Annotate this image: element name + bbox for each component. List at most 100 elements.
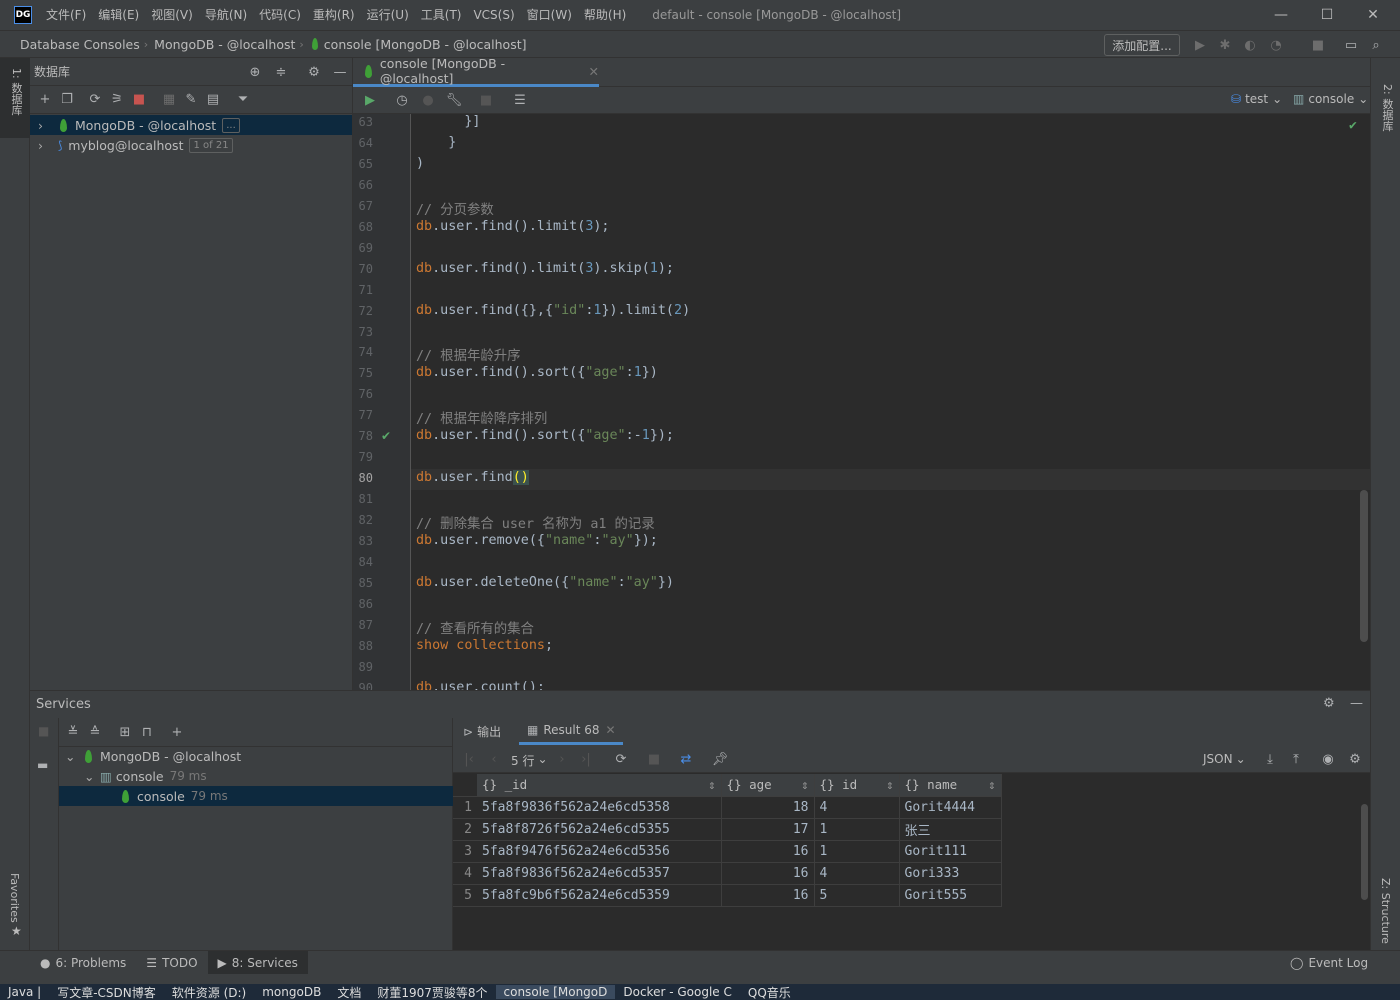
layout-icon[interactable]: ▭ xyxy=(1343,37,1359,53)
rows-selector[interactable]: 5 行 ⌄ xyxy=(511,752,548,769)
tree-item-mongodb[interactable]: › MongoDB - @localhost ... xyxy=(30,115,352,135)
results-scrollbar[interactable] xyxy=(1361,804,1368,900)
menu-item-9[interactable]: 窗口(W) xyxy=(521,0,578,30)
taskbar-item[interactable]: 财董1907贾骏等8个 xyxy=(369,984,495,1000)
breadcrumb-mongodb[interactable]: MongoDB - @localhost xyxy=(148,37,299,52)
database-right-tab[interactable]: 2: 数据库 xyxy=(1379,84,1395,131)
taskbar-item[interactable]: mongoDB xyxy=(254,985,329,999)
table-row[interactable]: 2 5fa8f8726f562a24e6cd5355 17 1 张三 xyxy=(453,818,1002,841)
column-header-name[interactable]: {} name ⇕ xyxy=(899,774,1002,797)
cell-age[interactable]: 16 xyxy=(721,862,815,885)
services-tab[interactable]: ▶ 8: Services xyxy=(207,950,308,975)
transaction-icon[interactable]: ● xyxy=(417,89,439,111)
refresh-icon[interactable]: ⟳ xyxy=(610,748,632,770)
sort-icon[interactable]: ⇕ xyxy=(886,777,894,792)
cell-age[interactable]: 16 xyxy=(721,840,815,863)
menu-item-8[interactable]: VCS(S) xyxy=(467,0,520,30)
sort-icon[interactable]: ⇕ xyxy=(801,777,809,792)
menu-item-6[interactable]: 运行(U) xyxy=(361,0,415,30)
column-header-age[interactable]: {} age ⇕ xyxy=(721,774,815,797)
todo-tab[interactable]: ☰ TODO xyxy=(136,951,207,975)
tab-console[interactable]: console [MongoDB - @localhost] ✕ xyxy=(353,56,599,87)
filter-icon[interactable]: ⏷ xyxy=(232,89,254,111)
settings-wrench-icon[interactable]: 🔧︎ xyxy=(443,89,465,111)
add-icon[interactable]: + xyxy=(166,721,188,743)
tab-result[interactable]: ▦ Result 68 ✕ xyxy=(519,718,623,745)
menu-item-0[interactable]: 文件(F) xyxy=(40,0,92,30)
collapse-all-icon[interactable]: ≙ xyxy=(84,721,106,743)
close-tab-icon[interactable]: ✕ xyxy=(606,723,616,737)
previous-page-icon[interactable]: ‹ xyxy=(483,748,505,770)
cell-name[interactable]: Gorit111 xyxy=(899,840,1002,863)
close-tab-icon[interactable]: ✕ xyxy=(589,64,599,79)
hide-icon[interactable]: — xyxy=(329,61,351,83)
filter-icon[interactable]: ⊓ xyxy=(136,721,158,743)
disconnect-icon[interactable]: ■ xyxy=(128,89,150,111)
sort-icon[interactable]: ⇕ xyxy=(708,777,716,792)
chevron-right-icon[interactable]: › xyxy=(38,138,54,153)
maximize-button[interactable]: ☐ xyxy=(1304,0,1350,30)
menu-item-2[interactable]: 视图(V) xyxy=(145,0,199,30)
sort-icon[interactable]: ⇕ xyxy=(988,777,996,792)
hide-icon[interactable]: — xyxy=(1350,696,1363,711)
structure-tab[interactable]: Z: Structure xyxy=(1379,878,1392,944)
download-icon[interactable]: ⤓ xyxy=(1259,748,1281,770)
first-page-icon[interactable]: |‹ xyxy=(458,748,480,770)
editor-scrollbar[interactable] xyxy=(1360,490,1368,642)
cell-id[interactable]: 5fa8f9836f562a24e6cd5358 xyxy=(477,796,722,819)
profile-icon[interactable]: ◔ xyxy=(1268,37,1284,53)
taskbar-item[interactable]: QQ音乐 xyxy=(740,984,799,1000)
stop-icon[interactable]: ■ xyxy=(643,748,665,770)
service-item-mongodb[interactable]: ⌄ MongoDB - @localhost xyxy=(65,746,241,766)
add-icon[interactable]: + xyxy=(34,89,56,111)
table-icon[interactable]: ▦ xyxy=(158,89,180,111)
coverage-icon[interactable]: ◐ xyxy=(1242,37,1258,53)
history-icon[interactable]: ◷ xyxy=(391,89,413,111)
minimize-button[interactable]: — xyxy=(1258,0,1304,30)
table-row[interactable]: 1 5fa8f9836f562a24e6cd5358 18 4 Gorit4444 xyxy=(453,796,1002,819)
column-header-id[interactable]: {} _id ⇕ xyxy=(477,774,722,797)
menu-item-1[interactable]: 编辑(E) xyxy=(92,0,145,30)
table-row[interactable]: 5 5fa8fc9b6f562a24e6cd5359 16 5 Gorit555 xyxy=(453,884,1002,907)
layout-icon[interactable]: ▬ xyxy=(37,758,48,772)
tree-item-myblog[interactable]: › ⟆ myblog@localhost 1 of 21 xyxy=(30,135,352,155)
gear-icon[interactable]: ⚙ xyxy=(303,61,325,83)
service-item-console[interactable]: console 79 ms xyxy=(59,786,453,806)
cell-id[interactable]: 5fa8f9476f562a24e6cd5356 xyxy=(477,840,722,863)
copy-icon[interactable]: ❐ xyxy=(56,89,78,111)
gear-icon[interactable]: ⚙ xyxy=(1344,748,1366,770)
cell-name[interactable]: Gorit4444 xyxy=(899,796,1002,819)
taskbar-item[interactable]: 文档 xyxy=(329,984,369,1000)
favorites-tab[interactable]: Favorites xyxy=(8,873,21,923)
view-icon[interactable]: ◉ xyxy=(1317,748,1339,770)
cell-id-field[interactable]: 1 xyxy=(814,818,900,841)
breadcrumb-console[interactable]: console [MongoDB - @localhost] xyxy=(318,37,531,52)
stop-icon[interactable]: ■ xyxy=(1310,37,1326,53)
cell-age[interactable]: 17 xyxy=(721,818,815,841)
problems-tab[interactable]: ● 6: Problems xyxy=(30,951,136,975)
results-table[interactable]: {} _id ⇕ {} age ⇕ {} id ⇕ {} name ⇕ 1 5fa8f98… xyxy=(453,774,1002,907)
menu-item-3[interactable]: 导航(N) xyxy=(199,0,253,30)
search-icon[interactable]: ⌕ xyxy=(1368,37,1384,53)
output-layout-icon[interactable]: ☰ xyxy=(509,89,531,111)
cell-id[interactable]: 5fa8f9836f562a24e6cd5357 xyxy=(477,862,722,885)
app-logo-icon[interactable]: DG xyxy=(14,6,32,24)
cell-name[interactable]: Gori333 xyxy=(899,862,1002,885)
event-log-tab[interactable]: ◯ Event Log xyxy=(1280,951,1378,975)
cell-age[interactable]: 16 xyxy=(721,884,815,907)
schema-selector[interactable]: ⛁ test ⌄ xyxy=(1231,92,1282,106)
execute-icon[interactable]: ▶ xyxy=(359,89,381,111)
run-icon[interactable]: ▶ xyxy=(1192,37,1208,53)
expand-all-icon[interactable]: ≚ xyxy=(62,721,84,743)
menu-item-7[interactable]: 工具(T) xyxy=(415,0,468,30)
cell-id[interactable]: 5fa8fc9b6f562a24e6cd5359 xyxy=(477,884,722,907)
cell-id-field[interactable]: 1 xyxy=(814,840,900,863)
cell-name[interactable]: 张三 xyxy=(899,818,1002,841)
taskbar-item[interactable]: 写文章-CSDN博客 xyxy=(49,984,164,1000)
close-button[interactable]: ✕ xyxy=(1350,0,1396,30)
cell-name[interactable]: Gorit555 xyxy=(899,884,1002,907)
service-item-console-group[interactable]: ⌄ ▥ console 79 ms xyxy=(84,766,207,786)
compare-icon[interactable]: ⇄ xyxy=(675,748,697,770)
chevron-right-icon[interactable]: › xyxy=(38,118,54,133)
group-icon[interactable]: ⊞ xyxy=(114,721,136,743)
